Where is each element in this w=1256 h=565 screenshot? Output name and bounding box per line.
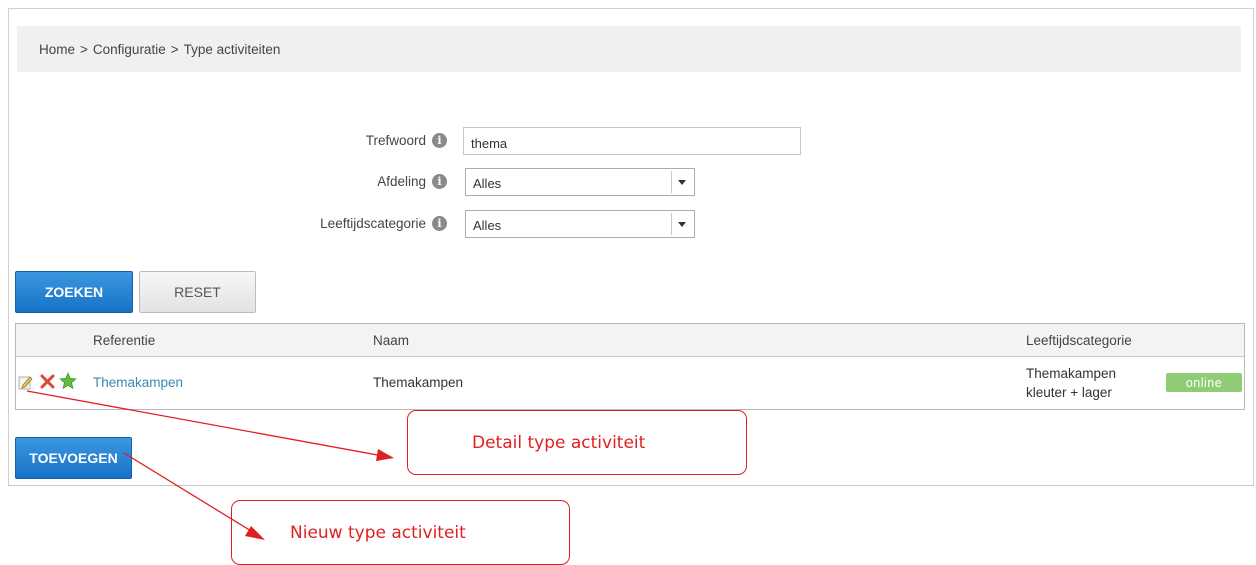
- info-icon[interactable]: i: [432, 216, 447, 231]
- table-row: Themakampen Themakampen Themakampen kleu…: [16, 357, 1244, 409]
- edit-icon[interactable]: [18, 374, 34, 390]
- breadcrumb-separator: >: [170, 41, 179, 57]
- search-button[interactable]: ZOEKEN: [15, 271, 133, 313]
- table-header: Referentie Naam Leeftijdscategorie: [16, 324, 1244, 357]
- trefwoord-input[interactable]: [463, 127, 801, 155]
- breadcrumb: Home > Configuratie > Type activiteiten: [17, 26, 1241, 72]
- callout-detail: Detail type activiteit: [407, 410, 747, 475]
- trefwoord-row: Trefwoord i: [0, 127, 447, 155]
- row-naam: Themakampen: [373, 375, 464, 390]
- info-icon[interactable]: i: [432, 174, 447, 189]
- chevron-down-icon[interactable]: [671, 171, 692, 193]
- breadcrumb-home[interactable]: Home: [39, 42, 75, 57]
- results-table: Referentie Naam Leeftijdscategorie Thema…: [15, 323, 1245, 410]
- header-leeftijdscategorie[interactable]: Leeftijdscategorie: [1026, 333, 1132, 348]
- leeftijd-select[interactable]: Alles: [465, 210, 695, 238]
- afdeling-row: Afdeling i: [0, 168, 447, 196]
- row-referentie-link[interactable]: Themakampen: [93, 375, 183, 390]
- callout-detail-text: Detail type activiteit: [472, 432, 646, 453]
- row-leeftijd-line2: kleuter + lager: [1026, 385, 1112, 400]
- leeftijd-label: Leeftijdscategorie i: [320, 216, 447, 231]
- afdeling-select[interactable]: Alles: [465, 168, 695, 196]
- status-badge: online: [1166, 373, 1242, 392]
- header-naam[interactable]: Naam: [373, 333, 409, 348]
- breadcrumb-configuratie[interactable]: Configuratie: [93, 42, 166, 57]
- callout-nieuw-text: Nieuw type activiteit: [290, 522, 466, 543]
- row-leeftijd-line1: Themakampen: [1026, 366, 1117, 381]
- info-icon[interactable]: i: [432, 133, 447, 148]
- header-referentie[interactable]: Referentie: [93, 333, 155, 348]
- breadcrumb-separator: >: [80, 41, 88, 57]
- leeftijd-row: Leeftijdscategorie i: [0, 210, 447, 238]
- delete-icon[interactable]: [40, 374, 55, 389]
- afdeling-select-value: Alles: [473, 176, 502, 191]
- star-icon[interactable]: [59, 372, 77, 390]
- trefwoord-label-text: Trefwoord: [365, 133, 426, 148]
- add-button[interactable]: TOEVOEGEN: [15, 437, 132, 479]
- chevron-down-icon[interactable]: [671, 213, 692, 235]
- afdeling-label: Afdeling i: [377, 174, 447, 189]
- trefwoord-label: Trefwoord i: [366, 133, 447, 148]
- breadcrumb-current: Type activiteiten: [183, 41, 281, 57]
- leeftijd-select-value: Alles: [473, 218, 502, 233]
- afdeling-label-text: Afdeling: [377, 174, 426, 189]
- callout-nieuw: Nieuw type activiteit: [231, 500, 570, 565]
- leeftijd-label-text: Leeftijdscategorie: [320, 216, 426, 231]
- reset-button[interactable]: RESET: [139, 271, 256, 313]
